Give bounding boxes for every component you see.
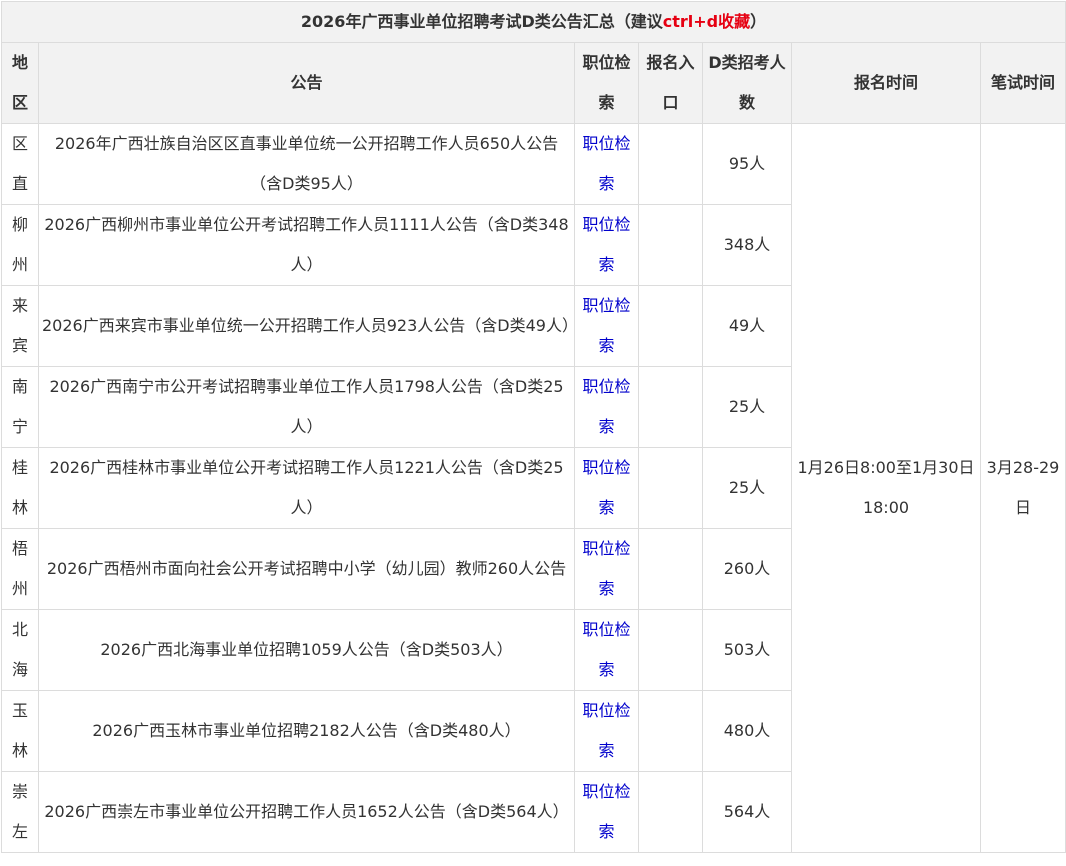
title-text: 2026年广西事业单位招聘考试D类公告汇总（建议 xyxy=(300,12,663,31)
notice-cell: 2026广西桂林市事业单位公开考试招聘工作人员1221人公告（含D类25人） xyxy=(38,447,575,529)
search-cell: 职位检索 xyxy=(574,528,639,610)
notice-text: 2026年广西壮族自治区区直事业单位统一公开招聘工作人员650人公告（含D类95… xyxy=(54,134,559,193)
notice-cell: 2026广西崇左市事业单位公开招聘工作人员1652人公告（含D类564人） xyxy=(38,771,575,853)
notice-cell: 2026广西柳州市事业单位公开考试招聘工作人员1111人公告（含D类348人） xyxy=(38,204,575,286)
search-cell: 职位检索 xyxy=(574,204,639,286)
signup-entry-cell xyxy=(638,366,703,448)
header-exam-time: 笔试时间 xyxy=(979,42,1066,124)
notice-cell: 2026广西梧州市面向社会公开考试招聘中小学（幼儿园）教师260人公告 xyxy=(38,528,575,610)
job-search-link[interactable]: 职位检索 xyxy=(582,377,630,436)
region-cell: 玉林 xyxy=(1,690,39,772)
exam-time-cell: 3月28-29日 xyxy=(979,123,1066,853)
header-row: 地区 公告 职位检索 报名入口 D类招考人数 报名时间 笔试时间 xyxy=(1,42,1066,124)
notice-text: 2026广西柳州市事业单位公开考试招聘工作人员1111人公告（含D类348人） xyxy=(44,215,569,274)
header-notice: 公告 xyxy=(38,42,575,124)
search-cell: 职位检索 xyxy=(574,609,639,691)
notice-cell: 2026广西南宁市公开考试招聘事业单位工作人员1798人公告（含D类25人） xyxy=(38,366,575,448)
job-search-link[interactable]: 职位检索 xyxy=(582,134,630,193)
region-cell: 南宁 xyxy=(1,366,39,448)
title-row: 2026年广西事业单位招聘考试D类公告汇总（建议ctrl+d收藏） xyxy=(0,1,1066,43)
search-cell: 职位检索 xyxy=(574,771,639,853)
search-cell: 职位检索 xyxy=(574,690,639,772)
notice-text: 2026广西崇左市事业单位公开招聘工作人员1652人公告（含D类564人） xyxy=(44,802,569,821)
region-cell: 桂林 xyxy=(1,447,39,529)
count-cell: 564人 xyxy=(702,771,792,853)
signup-entry-cell xyxy=(638,285,703,367)
signup-time-cell: 1月26日8:00至1月30日18:00 xyxy=(791,123,981,853)
signup-entry-cell xyxy=(638,123,703,205)
notice-cell: 2026广西玉林市事业单位招聘2182人公告（含D类480人） xyxy=(38,690,575,772)
region-cell: 柳州 xyxy=(1,204,39,286)
count-cell: 25人 xyxy=(702,366,792,448)
region-cell: 崇左 xyxy=(1,771,39,853)
header-signup-entry: 报名入口 xyxy=(638,42,703,124)
search-cell: 职位检索 xyxy=(574,366,639,448)
header-d-count: D类招考人数 xyxy=(702,42,792,124)
title-highlight: ctrl+d收藏 xyxy=(662,12,751,31)
count-cell: 25人 xyxy=(702,447,792,529)
region-cell: 北海 xyxy=(1,609,39,691)
signup-entry-cell xyxy=(638,204,703,286)
recruitment-table: 2026年广西事业单位招聘考试D类公告汇总（建议ctrl+d收藏） 地区 公告 … xyxy=(0,1,1066,853)
count-cell: 260人 xyxy=(702,528,792,610)
region-cell: 梧州 xyxy=(1,528,39,610)
count-cell: 503人 xyxy=(702,609,792,691)
count-cell: 49人 xyxy=(702,285,792,367)
notice-text: 2026广西北海事业单位招聘1059人公告（含D类503人） xyxy=(100,640,513,659)
header-search: 职位检索 xyxy=(574,42,639,124)
job-search-link[interactable]: 职位检索 xyxy=(582,620,630,679)
count-cell: 348人 xyxy=(702,204,792,286)
job-search-link[interactable]: 职位检索 xyxy=(582,701,630,760)
signup-entry-cell xyxy=(638,609,703,691)
job-search-link[interactable]: 职位检索 xyxy=(582,782,630,841)
region-cell: 区直 xyxy=(1,123,39,205)
notice-text: 2026广西来宾市事业单位统一公开招聘工作人员923人公告（含D类49人） xyxy=(42,316,575,335)
count-cell: 95人 xyxy=(702,123,792,205)
notice-text: 2026广西梧州市面向社会公开考试招聘中小学（幼儿园）教师260人公告 xyxy=(46,559,567,578)
notice-cell: 2026广西来宾市事业单位统一公开招聘工作人员923人公告（含D类49人） xyxy=(38,285,575,367)
signup-entry-cell xyxy=(638,447,703,529)
signup-entry-cell xyxy=(638,528,703,610)
header-region: 地区 xyxy=(1,42,39,124)
signup-entry-cell xyxy=(638,690,703,772)
search-cell: 职位检索 xyxy=(574,285,639,367)
notice-text: 2026广西桂林市事业单位公开考试招聘工作人员1221人公告（含D类25人） xyxy=(49,458,564,517)
notice-text: 2026广西玉林市事业单位招聘2182人公告（含D类480人） xyxy=(92,721,521,740)
job-search-link[interactable]: 职位检索 xyxy=(582,296,630,355)
job-search-link[interactable]: 职位检索 xyxy=(582,539,630,598)
header-signup-time: 报名时间 xyxy=(791,42,981,124)
region-cell: 来宾 xyxy=(1,285,39,367)
notice-cell: 2026广西北海事业单位招聘1059人公告（含D类503人） xyxy=(38,609,575,691)
job-search-link[interactable]: 职位检索 xyxy=(582,458,630,517)
table-row: 区直 2026年广西壮族自治区区直事业单位统一公开招聘工作人员650人公告（含D… xyxy=(1,123,1066,853)
search-cell: 职位检索 xyxy=(574,123,639,205)
notice-text: 2026广西南宁市公开考试招聘事业单位工作人员1798人公告（含D类25人） xyxy=(49,377,564,436)
count-cell: 480人 xyxy=(702,690,792,772)
job-search-link[interactable]: 职位检索 xyxy=(582,215,630,274)
notice-cell: 2026年广西壮族自治区区直事业单位统一公开招聘工作人员650人公告（含D类95… xyxy=(38,123,575,205)
signup-entry-cell xyxy=(638,771,703,853)
search-cell: 职位检索 xyxy=(574,447,639,529)
table-title: 2026年广西事业单位招聘考试D类公告汇总（建议ctrl+d收藏） xyxy=(0,1,1066,43)
title-tail: ） xyxy=(750,12,767,31)
